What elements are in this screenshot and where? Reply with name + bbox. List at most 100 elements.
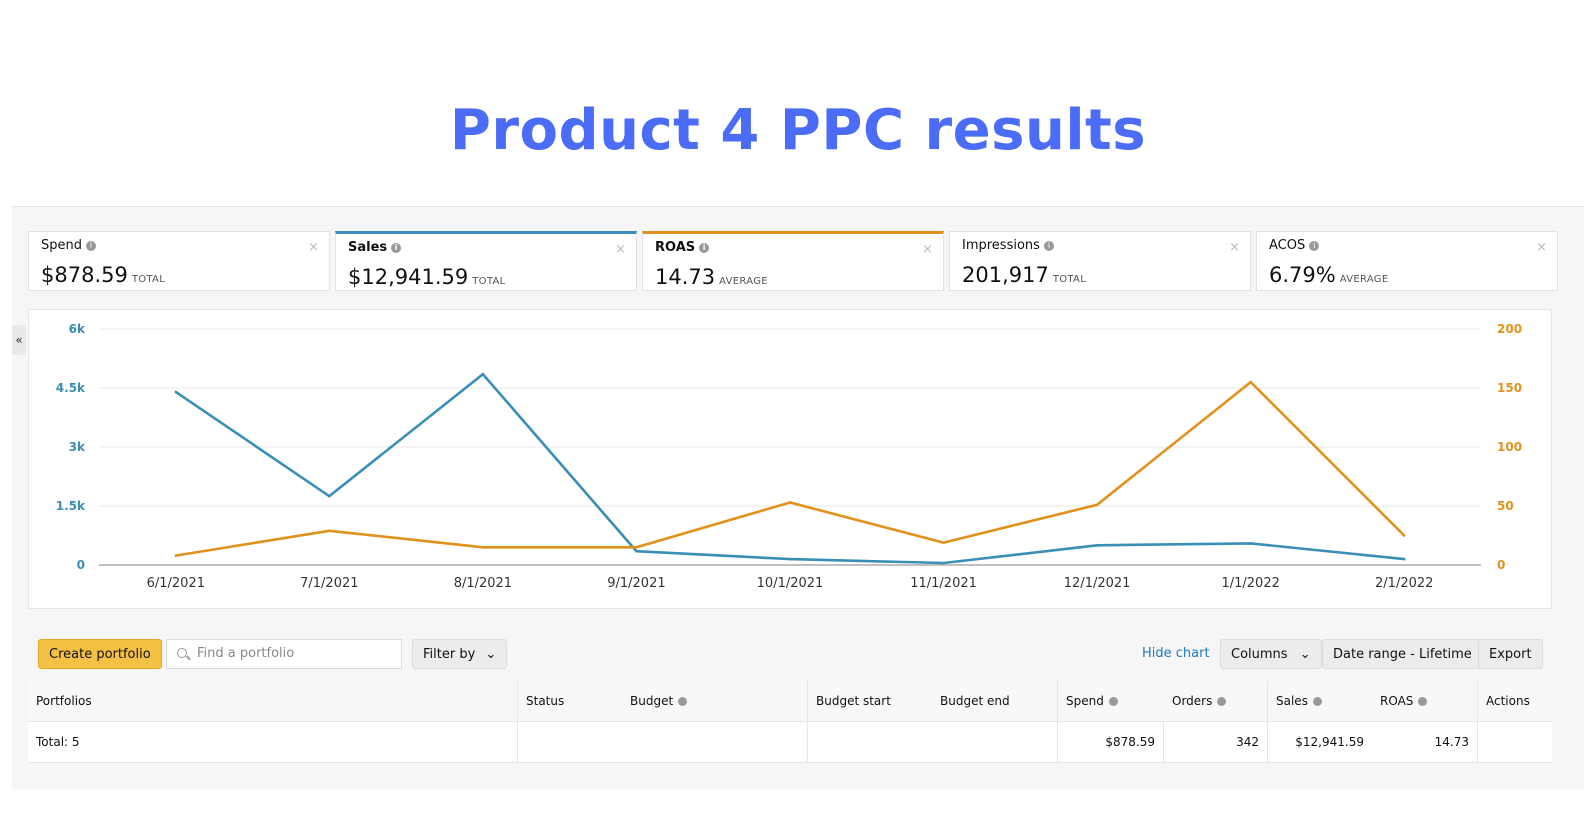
data-point <box>635 546 638 549</box>
y-left-tick-label: 3k <box>69 440 86 454</box>
close-icon[interactable]: × <box>922 242 933 257</box>
total-label: Total: 5 <box>28 722 518 762</box>
data-point <box>788 557 792 561</box>
y-left-tick-label: 6k <box>69 322 86 336</box>
x-tick-label: 7/1/2021 <box>300 576 358 591</box>
search-placeholder: Find a portfolio <box>197 646 295 661</box>
info-icon[interactable]: i <box>86 240 96 251</box>
portfolio-toolbar: Create portfolio Find a portfolio Filter… <box>28 631 1552 679</box>
total-roas: 14.73 <box>1372 722 1478 762</box>
chevron-down-icon: ⌄ <box>485 647 497 662</box>
columns-dropdown[interactable]: Columns ⌄ <box>1220 639 1322 669</box>
info-icon[interactable] <box>1312 696 1322 706</box>
metric-subtext: TOTAL <box>131 274 166 285</box>
col-header-roas[interactable]: ROAS <box>1372 681 1478 721</box>
series-line-roas <box>175 380 1406 557</box>
col-header-portfolios[interactable]: Portfolios <box>28 681 518 721</box>
metric-card-roas[interactable]: ROAS i × 14.73 AVERAGE <box>642 231 944 291</box>
page-headline: Product 4 PPC results <box>449 98 1147 163</box>
x-tick-label: 9/1/2021 <box>607 576 665 591</box>
x-tick-label: 12/1/2021 <box>1064 576 1131 591</box>
metric-card-sales[interactable]: Sales i × $12,941.59 TOTAL <box>335 231 637 291</box>
data-point <box>481 546 485 549</box>
info-icon[interactable] <box>1217 696 1227 706</box>
metric-value: 14.73 <box>655 265 716 289</box>
y-right-tick-label: 150 <box>1497 381 1522 395</box>
portfolio-table: Portfolios Status Budget Budget start Bu… <box>28 681 1552 763</box>
chevron-down-icon: ⌄ <box>1299 647 1311 662</box>
find-portfolio-input[interactable]: Find a portfolio <box>166 639 402 669</box>
total-spend: $878.59 <box>1058 722 1164 762</box>
y-left-tick-label: 4.5k <box>56 381 86 395</box>
metric-value: 6.79% <box>1269 263 1336 287</box>
col-header-budget-end[interactable]: Budget end <box>932 681 1058 721</box>
data-point <box>1402 557 1406 561</box>
info-icon[interactable] <box>1108 696 1118 706</box>
info-icon[interactable] <box>678 696 688 706</box>
collapse-sidebar-icon[interactable]: « <box>12 325 26 355</box>
metric-subtext: TOTAL <box>472 276 506 287</box>
y-right-tick-label: 0 <box>1497 558 1505 572</box>
info-icon[interactable]: i <box>1309 240 1320 251</box>
col-header-budget[interactable]: Budget <box>622 681 808 721</box>
x-tick-label: 10/1/2021 <box>757 576 824 591</box>
data-point <box>1095 503 1099 507</box>
metric-value: 201,917 <box>962 263 1049 287</box>
total-orders: 342 <box>1164 722 1268 762</box>
line-chart: 0 1.5k 3k 4.5k 6k 0 50 100 150 200 6/1/2021 7/1/202… <box>56 322 1522 591</box>
metric-card-impressions[interactable]: Impressions i × 201,917 TOTAL <box>949 231 1251 291</box>
data-point <box>328 529 331 533</box>
table-header-row: Portfolios Status Budget Budget start Bu… <box>28 681 1552 722</box>
data-point <box>1249 380 1252 384</box>
col-header-status[interactable]: Status <box>518 681 622 721</box>
metric-name: Sales <box>348 240 388 255</box>
x-tick-label: 11/1/2021 <box>910 576 977 591</box>
x-tick-label: 6/1/2021 <box>147 576 205 591</box>
y-right-tick-label: 200 <box>1497 322 1522 336</box>
metric-subtext: AVERAGE <box>719 276 768 287</box>
export-button[interactable]: Export <box>1478 639 1543 669</box>
metric-name: ACOS <box>1269 238 1306 253</box>
data-point <box>174 390 178 394</box>
search-icon <box>177 648 187 658</box>
metric-card-acos[interactable]: ACOS i × 6.79% AVERAGE <box>1256 231 1558 291</box>
hide-chart-link[interactable]: Hide chart <box>1132 639 1220 669</box>
y-right-tick-label: 100 <box>1497 440 1522 454</box>
filter-label: Filter by <box>423 647 476 662</box>
info-icon[interactable]: i <box>1043 240 1054 251</box>
date-range-button[interactable]: Date range - Lifetime <box>1322 639 1483 669</box>
data-point <box>1249 542 1252 545</box>
info-icon[interactable]: i <box>391 242 402 253</box>
x-tick-label: 2/1/2022 <box>1375 576 1433 591</box>
close-icon[interactable]: × <box>308 240 319 255</box>
y-left-tick-label: 0 <box>77 558 85 572</box>
col-header-actions: Actions <box>1486 694 1530 708</box>
close-icon[interactable]: × <box>1536 240 1547 255</box>
close-icon[interactable]: × <box>615 242 626 257</box>
data-point <box>1095 544 1099 547</box>
info-icon[interactable] <box>1418 696 1428 706</box>
performance-chart: 0 1.5k 3k 4.5k 6k 0 50 100 150 200 6/1/2021 7/1/202… <box>28 309 1552 609</box>
create-portfolio-button[interactable]: Create portfolio <box>38 639 162 669</box>
data-point <box>635 549 638 553</box>
info-icon[interactable]: i <box>699 242 710 253</box>
total-sales: $12,941.59 <box>1295 735 1364 749</box>
data-point <box>1402 534 1406 537</box>
table-total-row: Total: 5 $878.59 342 $12,941.59 14.73 <box>28 722 1552 763</box>
columns-label: Columns <box>1231 647 1288 662</box>
filter-by-dropdown[interactable]: Filter by ⌄ <box>412 639 508 669</box>
close-icon[interactable]: × <box>1229 240 1240 255</box>
ads-console: « Spend i × $878.59 TOTAL Sales i × $12,941… <box>12 206 1584 789</box>
col-header-orders[interactable]: Orders <box>1164 681 1268 721</box>
data-point <box>788 501 792 504</box>
col-header-spend[interactable]: Spend <box>1058 681 1164 721</box>
data-point <box>481 372 485 376</box>
metric-card-spend[interactable]: Spend i × $878.59 TOTAL <box>28 231 330 291</box>
metric-value: $878.59 <box>41 263 128 287</box>
metric-value: $12,941.59 <box>348 265 469 289</box>
col-header-budget-start[interactable]: Budget start <box>808 681 932 721</box>
x-tick-label: 8/1/2021 <box>454 576 512 591</box>
data-point <box>328 494 331 498</box>
col-header-sales[interactable]: Sales <box>1268 681 1372 721</box>
x-tick-label: 1/1/2022 <box>1221 576 1279 591</box>
